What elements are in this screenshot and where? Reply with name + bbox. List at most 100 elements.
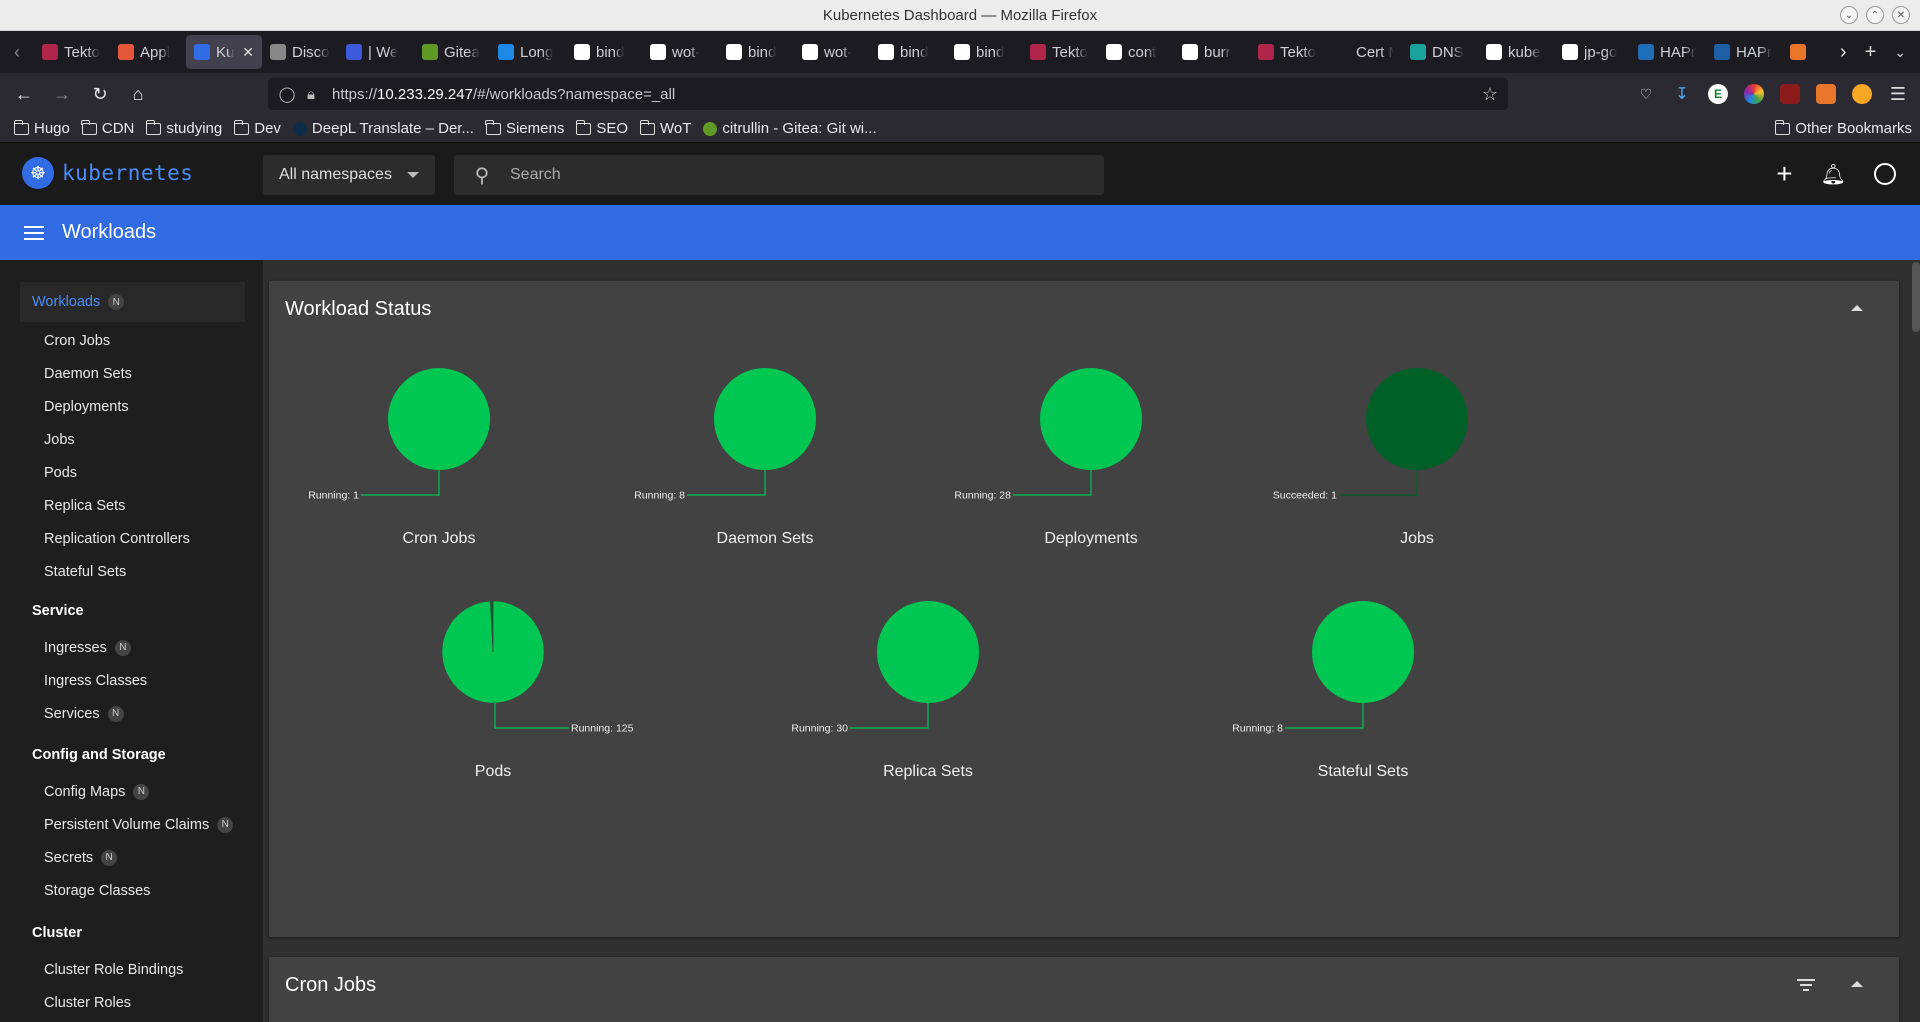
bookmark-item[interactable]: WoT	[639, 119, 691, 137]
sidebar-item-label: Daemon Sets	[44, 365, 132, 382]
bookmark-star-icon[interactable]: ☆	[1482, 84, 1498, 105]
kubernetes-logo[interactable]: ☸ kubernetes	[22, 157, 193, 189]
tab-close-icon[interactable]: ✕	[242, 44, 254, 61]
sidebar-item[interactable]: Secrets N	[0, 841, 263, 874]
browser-tab[interactable]: bind	[870, 35, 946, 69]
minimize-icon[interactable]: ⌄	[1840, 6, 1858, 24]
sidebar-item-label: Replication Controllers	[44, 530, 190, 547]
pie-slice[interactable]	[1312, 601, 1414, 703]
browser-tab[interactable]: Gitea	[414, 35, 490, 69]
lock-icon[interactable]: 🔒︎	[300, 86, 322, 103]
browser-tab[interactable]: | We	[338, 35, 414, 69]
browser-tab[interactable]: burr	[1174, 35, 1250, 69]
browser-tab[interactable]: Cert Ma	[1326, 35, 1402, 69]
extension-orange-icon[interactable]	[1816, 84, 1836, 104]
sidebar-item[interactable]: Services N	[0, 697, 263, 730]
close-icon[interactable]: ✕	[1892, 6, 1910, 24]
sidebar-item[interactable]: Cluster Role Bindings	[0, 953, 263, 986]
browser-tab[interactable]: bind	[718, 35, 794, 69]
sidebar-item[interactable]: Storage Classes	[0, 874, 263, 907]
extension-color-icon[interactable]	[1744, 84, 1764, 104]
tab-scroll-right-icon[interactable]: ›	[1840, 41, 1847, 64]
new-tab-icon[interactable]: +	[1865, 41, 1877, 64]
bookmark-item[interactable]: citrullin - Gitea: Git wi...	[703, 120, 877, 137]
browser-tab[interactable]: kube	[1478, 35, 1554, 69]
home-icon[interactable]: ⌂	[120, 78, 156, 110]
sidebar-item[interactable]: Replication Controllers	[0, 522, 263, 555]
bookmark-item[interactable]: Hugo	[13, 119, 70, 137]
sidebar-item-label: Ingress Classes	[44, 672, 148, 689]
browser-tab[interactable]: DNS	[1402, 35, 1478, 69]
browser-tab[interactable]: Ku ✕	[186, 35, 262, 69]
hamburger-menu-icon[interactable]	[24, 225, 44, 240]
sidebar-item[interactable]: Pods	[0, 456, 263, 489]
account-icon[interactable]	[1874, 163, 1896, 185]
browser-tab[interactable]: Long	[490, 35, 566, 69]
sidebar-item[interactable]: Cron Jobs	[0, 324, 263, 357]
url-bar[interactable]: ◯ 🔒︎ https://10.233.29.247/#/workloads?n…	[268, 78, 1508, 110]
sidebar-item[interactable]: Stateful Sets	[0, 555, 263, 588]
sidebar-item[interactable]: Jobs	[0, 423, 263, 456]
namespace-selector[interactable]: All namespaces	[263, 155, 435, 195]
collapse-icon[interactable]	[1851, 981, 1863, 987]
workload-items: Cron Jobs Daemon Sets Deployments Jobs Pods R…	[0, 324, 263, 588]
notifications-bell-icon[interactable]: 🔔︎	[1821, 162, 1846, 187]
extension-e-icon[interactable]: E	[1708, 84, 1728, 104]
tab-favicon-icon	[1030, 44, 1046, 60]
main-scrollbar[interactable]	[1912, 262, 1920, 332]
bookmark-item[interactable]: CDN	[81, 119, 134, 137]
maximize-icon[interactable]: ⌃	[1866, 6, 1884, 24]
sidebar-item[interactable]: Ingresses N	[0, 631, 263, 664]
sidebar-item-label: Persistent Volume Claims	[44, 816, 210, 833]
sidebar-item[interactable]: Ingress Classes	[0, 664, 263, 697]
menu-icon[interactable]: ☰	[1888, 84, 1908, 104]
browser-tab[interactable]: Tekto	[34, 35, 110, 69]
url-text[interactable]: https://10.233.29.247/#/workloads?namesp…	[332, 86, 675, 103]
other-bookmarks[interactable]: Other Bookmarks	[1774, 119, 1912, 137]
extension-face-icon[interactable]	[1852, 84, 1872, 104]
sidebar-item[interactable]: Replica Sets	[0, 489, 263, 522]
browser-tab[interactable]: wot-	[642, 35, 718, 69]
browser-tab[interactable]: Tekto	[1250, 35, 1326, 69]
sidebar-heading-service[interactable]: Service	[0, 591, 263, 631]
shield-icon[interactable]: ◯	[276, 85, 298, 103]
browser-tab[interactable]: bind	[946, 35, 1022, 69]
header-actions: + 🔔︎	[1776, 143, 1896, 205]
bookmark-item[interactable]: DeepL Translate – Der...	[292, 120, 474, 137]
create-resource-icon[interactable]: +	[1776, 158, 1792, 190]
tab-scroll-left-icon[interactable]: ‹	[0, 31, 34, 73]
browser-tab[interactable]: bind	[566, 35, 642, 69]
back-icon[interactable]: ←	[6, 78, 42, 110]
list-all-tabs-icon[interactable]: ⌄	[1894, 44, 1906, 61]
workload-status-card: Workload Status Running: 1 Cron Jobs Runni…	[269, 281, 1899, 937]
forward-icon[interactable]: →	[44, 78, 80, 110]
downloads-icon[interactable]: ↧	[1672, 84, 1692, 104]
sidebar-heading-cluster[interactable]: Cluster	[0, 913, 263, 953]
bookmark-item[interactable]: studying	[145, 119, 222, 137]
extension-gift-icon[interactable]	[1780, 84, 1800, 104]
sidebar-item[interactable]: Config Maps N	[0, 775, 263, 808]
browser-tab[interactable]: wot-	[794, 35, 870, 69]
browser-tab[interactable]: Disco	[262, 35, 338, 69]
bookmark-item[interactable]: SEO	[575, 119, 628, 137]
sidebar-item-label: Workloads	[32, 294, 101, 310]
bookmark-label: Dev	[254, 120, 281, 137]
sidebar-item[interactable]: Cluster Roles	[0, 986, 263, 1019]
sidebar-item[interactable]: Deployments	[0, 390, 263, 423]
browser-tab[interactable]: jp-go	[1554, 35, 1630, 69]
browser-tab[interactable]: Appl	[110, 35, 186, 69]
browser-tab[interactable]: Tekto	[1022, 35, 1098, 69]
sidebar-item-workloads[interactable]: Workloads N	[20, 282, 245, 322]
sidebar-item[interactable]: Daemon Sets	[0, 357, 263, 390]
sidebar-item[interactable]: Persistent Volume Claims N	[0, 808, 263, 841]
browser-tab[interactable]: HAPr	[1630, 35, 1706, 69]
bookmark-item[interactable]: Siemens	[485, 119, 564, 137]
sidebar-heading-config-storage[interactable]: Config and Storage	[0, 735, 263, 775]
filter-icon[interactable]	[1797, 979, 1815, 991]
bookmark-item[interactable]: Dev	[233, 119, 281, 137]
search-input[interactable]: ⚲ Search	[454, 155, 1104, 195]
pocket-icon[interactable]: ♡	[1636, 84, 1656, 104]
browser-tab[interactable]: cont	[1098, 35, 1174, 69]
browser-tab[interactable]: HAPr	[1706, 35, 1782, 69]
reload-icon[interactable]: ↻	[82, 78, 118, 110]
